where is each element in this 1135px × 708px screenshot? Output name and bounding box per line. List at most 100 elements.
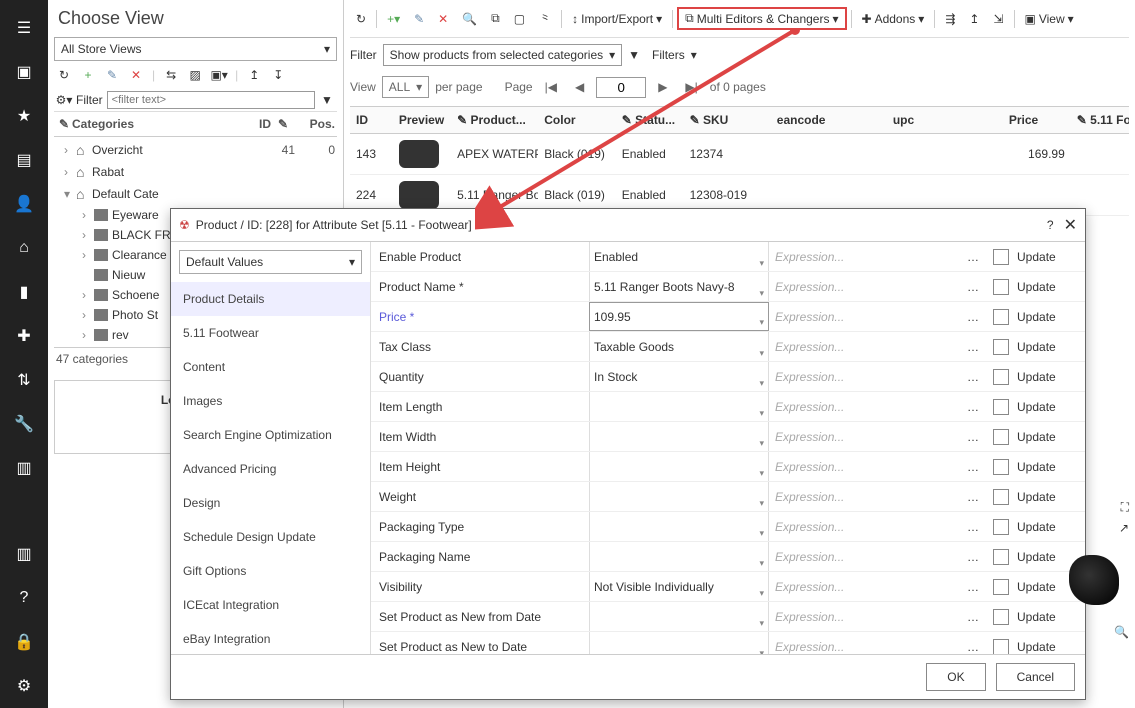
addons-button[interactable]: ✚ Addons▾ <box>856 8 931 30</box>
form-value[interactable]: ▾ <box>589 422 769 451</box>
column-header[interactable]: eancode <box>771 107 887 133</box>
expression-input[interactable]: Expression... <box>769 280 961 294</box>
tree-row[interactable]: ▾ Default Cate <box>54 183 337 205</box>
form-value[interactable]: ▾ <box>589 602 769 631</box>
update-label[interactable]: Update <box>1017 370 1077 384</box>
more-icon[interactable]: … <box>961 640 985 654</box>
filters-button[interactable]: Filters▾ <box>646 45 703 65</box>
refresh-icon[interactable]: ↻ <box>56 67 72 83</box>
update-label[interactable]: Update <box>1017 490 1077 504</box>
column-header[interactable]: ✎ SKU <box>684 107 771 133</box>
expression-input[interactable]: Expression... <box>769 400 961 414</box>
more-icon[interactable]: … <box>961 340 985 354</box>
gear-icon[interactable]: ⚙ <box>14 676 34 696</box>
dialog-tab[interactable]: 5.11 Footwear <box>171 316 370 350</box>
close-icon[interactable]: ✕ <box>1064 215 1077 235</box>
crop-icon[interactable]: ⺀ <box>533 6 557 31</box>
lock-icon[interactable]: 🔒 <box>14 632 34 652</box>
table-row[interactable]: 143 APEX WATERPRO... Black (019) Enabled… <box>350 134 1129 175</box>
transfer-icon[interactable]: ⇅ <box>14 370 34 390</box>
update-checkbox[interactable] <box>993 519 1009 535</box>
sort-down-icon[interactable]: ↧ <box>270 67 286 83</box>
tool2-icon[interactable]: ↥ <box>963 8 985 30</box>
update-checkbox[interactable] <box>993 609 1009 625</box>
update-label[interactable]: Update <box>1017 550 1077 564</box>
update-checkbox[interactable] <box>993 579 1009 595</box>
prev-page-icon[interactable]: ◀ <box>569 78 590 96</box>
copy-icon[interactable]: ⧉ <box>485 7 506 30</box>
funnel-filters-icon[interactable]: ▼ <box>628 48 640 62</box>
inbox-icon[interactable]: ▥ <box>14 544 34 564</box>
expression-input[interactable]: Expression... <box>769 550 961 564</box>
form-value[interactable]: Enabled▾ <box>589 242 769 271</box>
delete-main-icon[interactable]: ✕ <box>432 8 454 30</box>
menu-icon[interactable]: ☰ <box>14 18 34 38</box>
expression-input[interactable]: Expression... <box>769 580 961 594</box>
funnel-icon[interactable]: ▼ <box>319 92 335 108</box>
help-icon[interactable]: ? <box>14 588 34 608</box>
form-value[interactable]: Not Visible Individually▾ <box>589 572 769 601</box>
add-icon[interactable]: + <box>80 67 96 83</box>
update-checkbox[interactable] <box>993 639 1009 655</box>
update-label[interactable]: Update <box>1017 250 1077 264</box>
more-icon[interactable]: … <box>961 490 985 504</box>
expression-input[interactable]: Expression... <box>769 520 961 534</box>
tree-row[interactable]: › Rabat <box>54 161 337 183</box>
expression-input[interactable]: Expression... <box>769 460 961 474</box>
form-value[interactable]: ▾ <box>589 392 769 421</box>
more-icon[interactable]: … <box>961 280 985 294</box>
basket-icon[interactable]: ⌂ <box>14 238 34 258</box>
dialog-tab[interactable]: Content <box>171 350 370 384</box>
chart-icon[interactable]: ▮ <box>14 282 34 302</box>
update-label[interactable]: Update <box>1017 610 1077 624</box>
page-input[interactable] <box>596 77 646 98</box>
more-icon[interactable]: … <box>961 400 985 414</box>
form-value[interactable]: ▾ <box>589 452 769 481</box>
preview-icon[interactable]: ▣▾ <box>211 67 227 83</box>
update-checkbox[interactable] <box>993 369 1009 385</box>
more-icon[interactable]: … <box>961 550 985 564</box>
update-label[interactable]: Update <box>1017 520 1077 534</box>
form-value[interactable]: ▾ <box>589 512 769 541</box>
dialog-tab[interactable]: Product Details <box>171 282 370 316</box>
update-label[interactable]: Update <box>1017 310 1077 324</box>
delete-icon[interactable]: ✕ <box>128 67 144 83</box>
search-icon[interactable]: 🔍 <box>456 8 483 30</box>
expression-input[interactable]: Expression... <box>769 340 961 354</box>
form-value[interactable]: ▾ <box>589 632 769 654</box>
fullscreen-icon[interactable]: ⛶ <box>1069 500 1129 515</box>
dialog-tab[interactable]: Gift Options <box>171 554 370 588</box>
person-icon[interactable]: 👤 <box>14 194 34 214</box>
expression-input[interactable]: Expression... <box>769 310 961 324</box>
shop-icon[interactable]: ▣ <box>14 62 34 82</box>
update-label[interactable]: Update <box>1017 400 1077 414</box>
more-icon[interactable]: … <box>961 310 985 324</box>
archive-icon[interactable]: ▤ <box>14 150 34 170</box>
multi-editors-button[interactable]: ⧉ Multi Editors & Changers▾ <box>677 7 846 30</box>
dialog-help[interactable]: ? <box>1047 218 1054 232</box>
more-icon[interactable]: … <box>961 580 985 594</box>
update-label[interactable]: Update <box>1017 460 1077 474</box>
next-page-icon[interactable]: ▶ <box>652 78 673 96</box>
update-label[interactable]: Update <box>1017 340 1077 354</box>
expression-input[interactable]: Expression... <box>769 610 961 624</box>
form-value[interactable]: In Stock▾ <box>589 362 769 391</box>
gear-small-icon[interactable]: ⚙▾ <box>56 92 72 108</box>
edit-main-icon[interactable]: ✎ <box>408 8 430 30</box>
expression-input[interactable]: Expression... <box>769 640 961 654</box>
more-icon[interactable]: … <box>961 460 985 474</box>
add-main-icon[interactable]: +▾ <box>381 8 406 30</box>
filter-input[interactable] <box>107 91 315 109</box>
update-checkbox[interactable] <box>993 399 1009 415</box>
edit-icon[interactable]: ✎ <box>104 67 120 83</box>
update-checkbox[interactable] <box>993 279 1009 295</box>
columns-icon[interactable]: ▥ <box>14 458 34 478</box>
form-value[interactable]: 109.95▾ <box>589 302 769 331</box>
form-value[interactable]: ▾ <box>589 542 769 571</box>
dialog-tab[interactable]: ICEcat Integration <box>171 588 370 622</box>
dialog-tab[interactable]: eBay Integration <box>171 622 370 654</box>
update-label[interactable]: Update <box>1017 280 1077 294</box>
image-icon[interactable]: ▨ <box>187 67 203 83</box>
tab-values-dropdown[interactable]: Default Values ▾ <box>179 250 362 274</box>
tool3-icon[interactable]: ⇲ <box>987 8 1009 30</box>
